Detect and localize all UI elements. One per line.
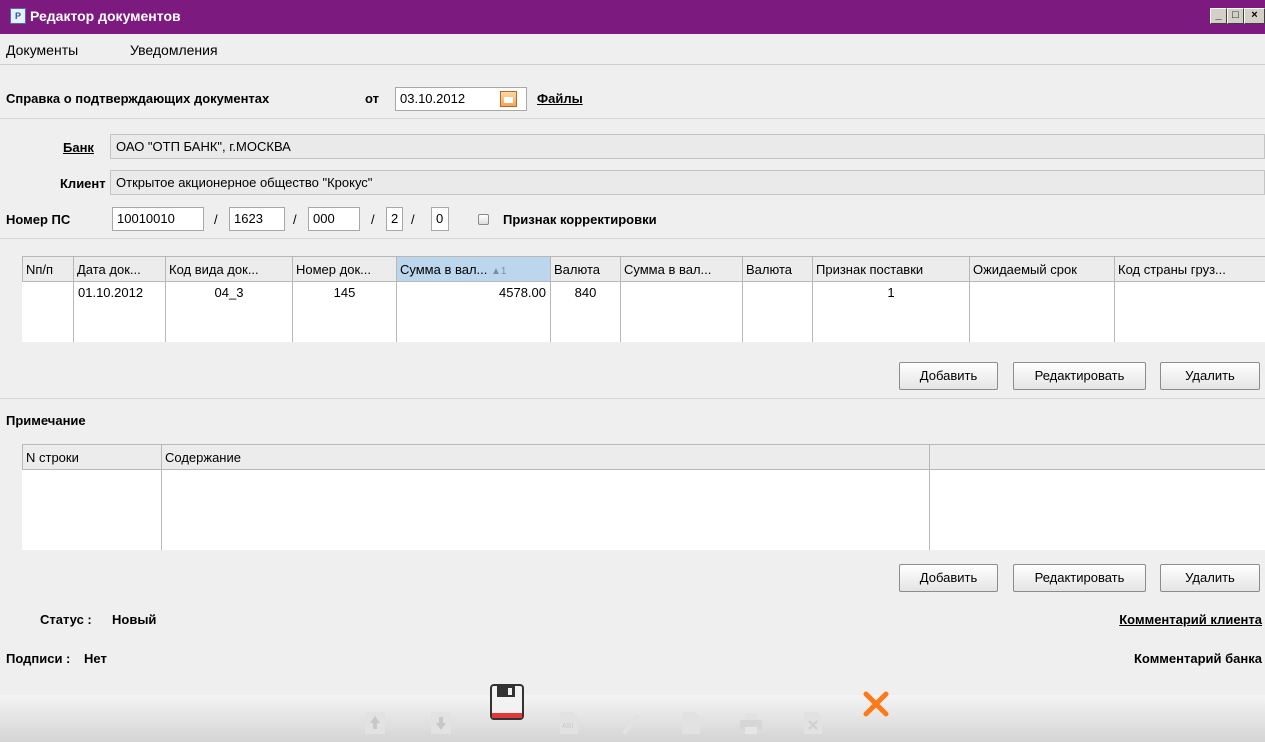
menu-bar: Документы Уведомления <box>0 34 1265 65</box>
table-cell[interactable] <box>22 281 74 342</box>
ps-part-1[interactable]: 10010010 <box>112 207 204 231</box>
minimize-button[interactable]: _ <box>1210 8 1227 24</box>
column-header[interactable]: Код вида док... <box>165 256 293 282</box>
bank-label-link[interactable]: Банк <box>63 140 94 155</box>
column-header[interactable]: Признак поставки <box>812 256 970 282</box>
divider <box>0 398 1265 399</box>
add-note-button[interactable]: Добавить <box>899 564 998 592</box>
table-cell[interactable] <box>161 469 930 550</box>
delete-note-button[interactable]: Удалить <box>1160 564 1260 592</box>
table-cell[interactable]: 4578.00 <box>396 281 551 342</box>
table-cell[interactable] <box>22 469 162 550</box>
column-header[interactable]: Nп/п <box>22 256 74 282</box>
sort-asc-icon: ▲1 <box>491 265 507 277</box>
column-header[interactable]: N строки <box>22 444 162 470</box>
table-cell[interactable] <box>742 281 813 342</box>
arrow-up-icon[interactable] <box>362 710 388 736</box>
table-cell[interactable] <box>969 281 1115 342</box>
maximize-button[interactable]: □ <box>1227 8 1244 24</box>
table-header-row: Nп/п Дата док... Код вида док... Номер д… <box>22 256 1265 282</box>
ps-part-4[interactable]: 2 <box>386 207 403 231</box>
delete-document-button[interactable]: Удалить <box>1160 362 1260 390</box>
table-cell[interactable]: 04_3 <box>165 281 293 342</box>
divider <box>0 238 1265 239</box>
app-icon: Р <box>10 8 26 24</box>
signatures-label: Подписи : <box>6 651 71 666</box>
divider <box>0 118 1265 119</box>
window-title: Редактор документов <box>30 8 181 24</box>
ps-part-3[interactable]: 000 <box>308 207 360 231</box>
ps-part-5[interactable]: 0 <box>431 207 449 231</box>
bank-comment-label: Комментарий банка <box>1133 651 1262 666</box>
column-header[interactable]: Код страны груз... <box>1114 256 1265 282</box>
bottom-toolbar: ASI <box>0 684 1265 742</box>
arrow-down-icon[interactable] <box>428 710 454 736</box>
column-header[interactable]: Номер док... <box>292 256 397 282</box>
client-label: Клиент <box>60 176 106 191</box>
delete-icon[interactable] <box>800 710 826 736</box>
notes-table: N строки Содержание <box>22 444 1265 550</box>
ps-separator: / <box>371 212 375 227</box>
bank-field: ОАО "ОТП БАНК", г.МОСКВА <box>110 134 1265 159</box>
ps-separator: / <box>411 212 415 227</box>
edit-icon[interactable] <box>618 710 644 736</box>
signatures-value: Нет <box>84 651 107 666</box>
column-header[interactable]: Сумма в вал... <box>620 256 743 282</box>
save-icon[interactable] <box>490 684 524 722</box>
notes-title: Примечание <box>6 413 86 428</box>
edit-note-button[interactable]: Редактировать <box>1013 564 1146 592</box>
column-header[interactable]: Валюта <box>550 256 621 282</box>
table-cell[interactable]: 1 <box>812 281 970 342</box>
table-cell[interactable] <box>929 469 1265 550</box>
column-header[interactable]: Содержание <box>161 444 930 470</box>
client-field: Открытое акционерное общество "Крокус" <box>110 170 1265 195</box>
ps-separator: / <box>214 212 218 227</box>
ps-label: Номер ПС <box>6 212 71 227</box>
table-row[interactable]: 01.10.2012 04_3 145 4578.00 840 1 <box>22 281 1265 342</box>
documents-table: Nп/п Дата док... Код вида док... Номер д… <box>22 256 1265 342</box>
table-header-row: N строки Содержание <box>22 444 1265 470</box>
document-icon[interactable] <box>678 710 704 736</box>
status-label: Статус : <box>40 612 92 627</box>
table-cell[interactable]: 145 <box>292 281 397 342</box>
column-header[interactable]: Дата док... <box>73 256 166 282</box>
close-icon[interactable] <box>862 690 890 718</box>
client-comment-link[interactable]: Комментарий клиента <box>1119 612 1262 627</box>
export-icon[interactable]: ASI <box>556 710 582 736</box>
menu-documents[interactable]: Документы <box>6 42 78 58</box>
close-window-button[interactable]: × <box>1244 8 1265 24</box>
svg-text:ASI: ASI <box>562 723 573 730</box>
ps-part-2[interactable]: 1623 <box>229 207 285 231</box>
column-header[interactable] <box>929 444 1265 470</box>
table-cell[interactable]: 840 <box>550 281 621 342</box>
ps-separator: / <box>293 212 297 227</box>
table-cell[interactable]: 01.10.2012 <box>73 281 166 342</box>
print-icon[interactable] <box>738 710 764 736</box>
status-value: Новый <box>112 612 157 627</box>
table-cell[interactable] <box>1114 281 1265 342</box>
date-label: от <box>365 91 379 106</box>
edit-document-button[interactable]: Редактировать <box>1013 362 1146 390</box>
correction-checkbox[interactable] <box>478 214 489 225</box>
menu-notifications[interactable]: Уведомления <box>130 42 218 58</box>
correction-label: Признак корректировки <box>503 212 657 227</box>
table-cell[interactable] <box>620 281 743 342</box>
document-title: Справка о подтверждающих документах <box>6 91 270 106</box>
column-header-sorted[interactable]: Сумма в вал... ▲1 <box>396 256 551 282</box>
files-link[interactable]: Файлы <box>537 91 583 106</box>
calendar-icon[interactable] <box>500 91 517 107</box>
window-titlebar: Р Редактор документов _ □ × <box>0 0 1265 34</box>
column-header[interactable]: Валюта <box>742 256 813 282</box>
table-row[interactable] <box>22 469 1265 550</box>
column-header[interactable]: Ожидаемый срок <box>969 256 1115 282</box>
add-document-button[interactable]: Добавить <box>899 362 998 390</box>
